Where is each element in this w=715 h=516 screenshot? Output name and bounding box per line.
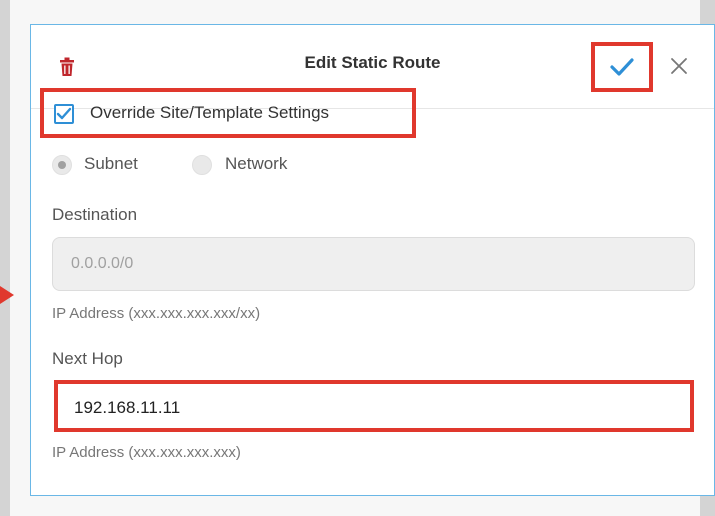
check-icon: [610, 58, 634, 76]
network-radio[interactable]: [192, 155, 212, 175]
subnet-radio-label: Subnet: [84, 154, 138, 173]
annotation-arrow: [0, 286, 14, 304]
override-label: Override Site/Template Settings: [90, 103, 330, 122]
checkmark-icon: [56, 107, 72, 120]
save-button[interactable]: [591, 42, 653, 92]
destination-label: Destination: [52, 205, 138, 224]
destination-hint: IP Address (xxx.xxx.xxx.xxx/xx): [52, 305, 261, 322]
destination-input[interactable]: 0.0.0.0/0: [52, 237, 695, 291]
next-hop-value: 192.168.11.11: [74, 398, 181, 417]
next-hop-hint: IP Address (xxx.xxx.xxx.xxx): [52, 444, 241, 461]
network-radio-label: Network: [225, 154, 288, 173]
close-icon[interactable]: [668, 55, 690, 77]
subnet-radio[interactable]: [52, 155, 72, 175]
next-hop-label: Next Hop: [52, 349, 123, 368]
override-checkbox[interactable]: [54, 104, 74, 124]
